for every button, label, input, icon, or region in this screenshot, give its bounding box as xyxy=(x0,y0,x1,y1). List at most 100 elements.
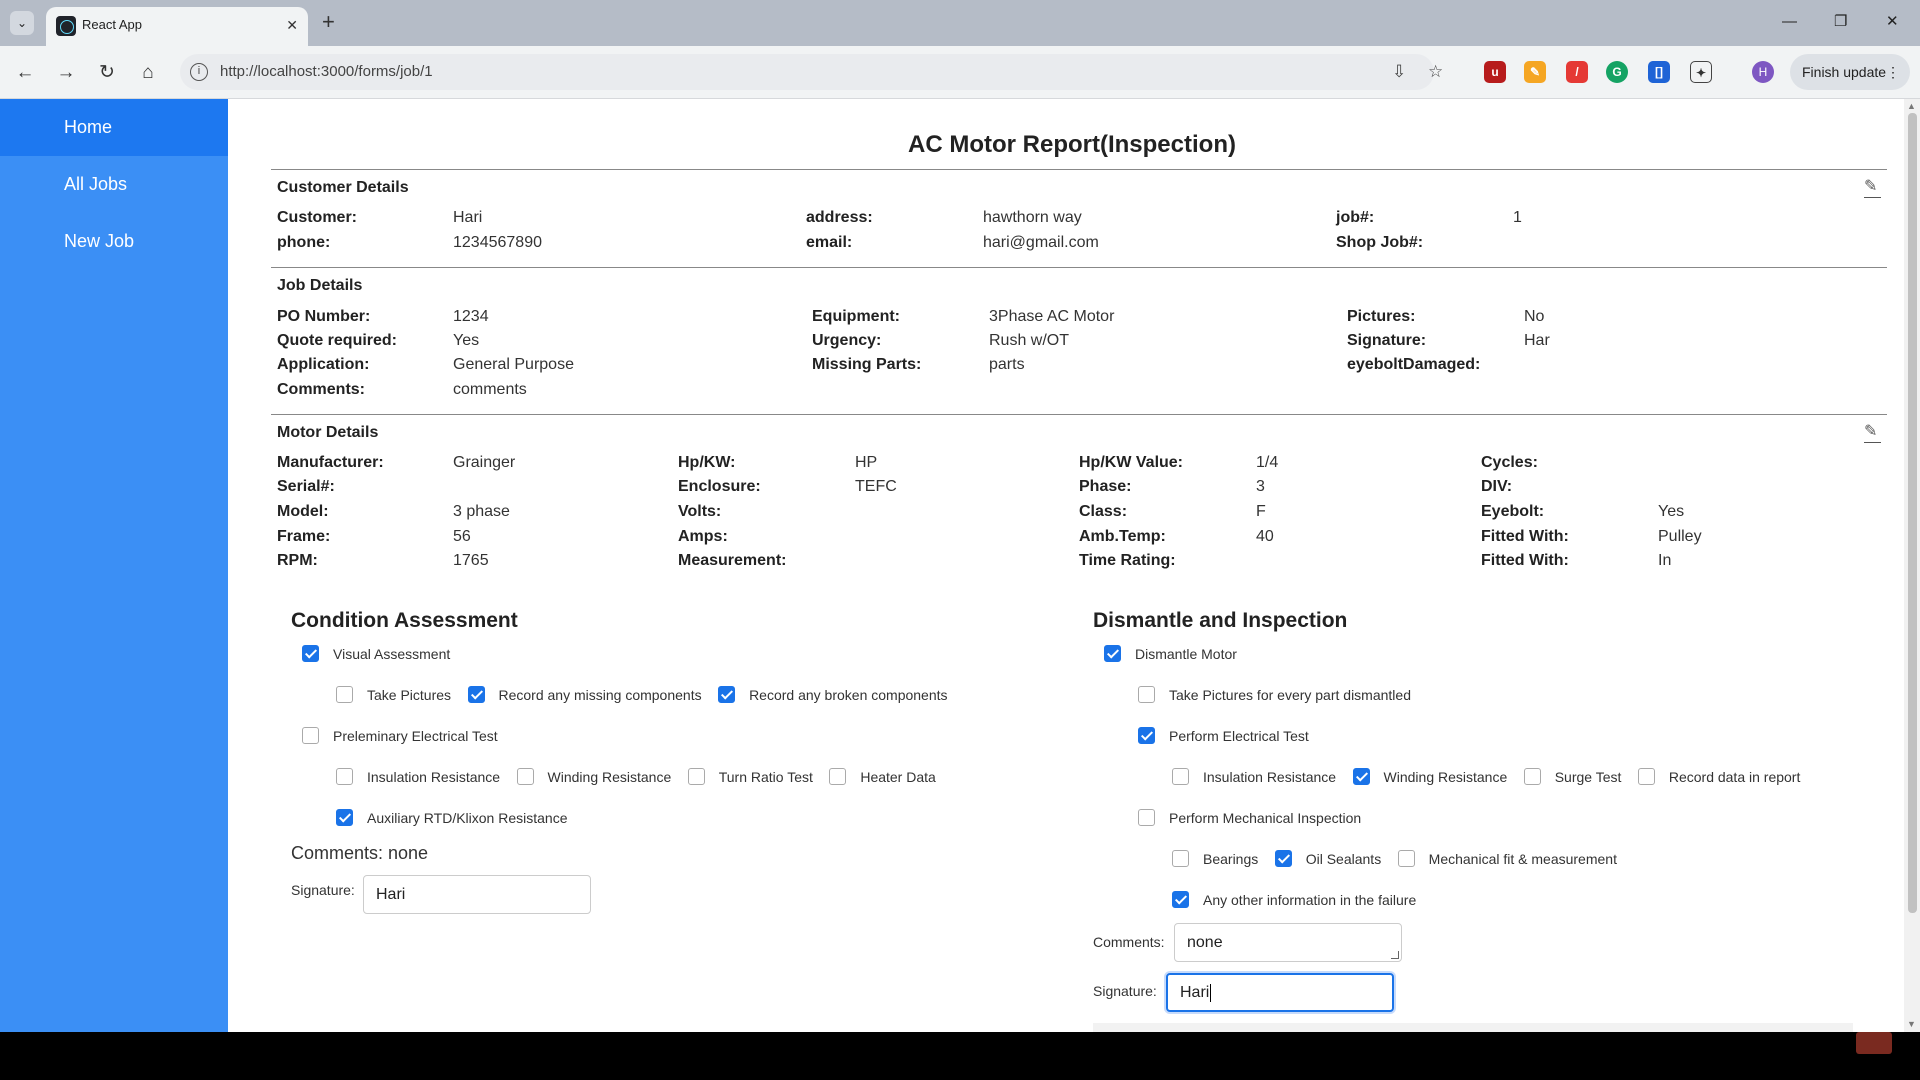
job-number-value: 1 xyxy=(1513,209,1522,226)
profile-avatar[interactable]: H xyxy=(1752,61,1774,83)
any-other-row: Any other information in the failure xyxy=(1172,891,1428,911)
pencil-extension-icon[interactable]: ✎ xyxy=(1524,61,1546,83)
eyebolt-label: Eyebolt: xyxy=(1481,503,1545,520)
sidebar-item-new-job[interactable]: New Job xyxy=(0,213,228,270)
home-icon[interactable]: ⌂ xyxy=(135,60,161,86)
mechanical-fit-checkbox[interactable] xyxy=(1397,850,1415,868)
auxiliary-rtd-checkbox[interactable] xyxy=(336,809,353,827)
tab-close-icon[interactable]: ✕ xyxy=(286,15,298,35)
po-value: 1234 xyxy=(453,308,489,325)
quote-label: Quote required: xyxy=(277,332,398,349)
browser-toolbar: ← → ↻ ⌂ i http://localhost:3000/forms/jo… xyxy=(0,46,1920,99)
checkbox-label: Turn Ratio Test xyxy=(718,768,813,785)
equipment-label: Equipment: xyxy=(812,308,900,325)
finish-update-button[interactable]: Finish update ⋮ xyxy=(1790,54,1910,90)
extensions-puzzle-icon[interactable]: ✦ xyxy=(1690,61,1712,83)
checkbox-label: Winding Resistance xyxy=(1383,768,1508,785)
edit-customer-icon[interactable]: ✎ xyxy=(1864,178,1882,198)
heater-data-checkbox[interactable] xyxy=(829,768,847,786)
marker-extension-icon[interactable]: / xyxy=(1566,61,1588,83)
perform-mechanical-row: Perform Mechanical Inspection xyxy=(1138,809,1373,829)
divider xyxy=(271,414,1887,415)
scroll-up-icon[interactable]: ▲ xyxy=(1907,101,1916,111)
bearings-checkbox[interactable] xyxy=(1172,850,1189,868)
equipment-value: 3Phase AC Motor xyxy=(989,308,1115,325)
dismantle-motor-checkbox[interactable] xyxy=(1104,645,1121,663)
forward-icon[interactable]: → xyxy=(53,60,79,86)
dismantle-comments-textarea[interactable]: none xyxy=(1174,923,1402,962)
ublock-extension-icon[interactable]: u xyxy=(1484,61,1506,83)
grammarly-extension-icon[interactable]: G xyxy=(1606,61,1628,83)
text-caret xyxy=(1210,983,1212,1002)
oil-sealants-checkbox[interactable] xyxy=(1274,850,1292,868)
record-missing-checkbox[interactable] xyxy=(467,686,485,704)
scroll-down-icon[interactable]: ▼ xyxy=(1907,1019,1916,1029)
take-pictures-dismantled-checkbox[interactable] xyxy=(1138,686,1155,704)
missing-parts-value: parts xyxy=(989,356,1025,373)
prelim-test-row: Preleminary Electrical Test xyxy=(302,727,510,747)
perform-mechanical-checkbox[interactable] xyxy=(1138,809,1155,827)
checkbox-label: Visual Assessment xyxy=(333,645,451,662)
url-text[interactable]: http://localhost:3000/forms/job/1 xyxy=(220,63,433,81)
dismantle-signature-label: Signature: xyxy=(1093,983,1157,999)
resize-handle-icon[interactable] xyxy=(1391,951,1399,959)
react-favicon-icon xyxy=(56,16,76,36)
po-label: PO Number: xyxy=(277,308,371,325)
site-info-icon[interactable]: i xyxy=(190,63,208,81)
bracket-extension-icon[interactable]: [] xyxy=(1648,61,1670,83)
any-other-info-checkbox[interactable] xyxy=(1172,891,1189,909)
back-icon[interactable]: ← xyxy=(12,60,38,86)
bookmark-star-icon[interactable]: ☆ xyxy=(1428,62,1443,82)
model-value: 3 phase xyxy=(453,503,510,520)
take-pictures-checkbox[interactable] xyxy=(336,686,353,704)
winding-resistance-checkbox[interactable] xyxy=(1352,768,1370,786)
page-scrollbar[interactable]: ▲ ▼ xyxy=(1904,99,1920,1032)
address-bar[interactable]: i http://localhost:3000/forms/job/1 ⇩ ☆ xyxy=(180,54,1443,90)
shop-job-label: Shop Job#: xyxy=(1336,234,1424,251)
reload-icon[interactable]: ↻ xyxy=(94,60,120,86)
record-data-checkbox[interactable] xyxy=(1637,768,1655,786)
prelim-subitems-row: Insulation Resistance Winding Resistance… xyxy=(336,768,948,788)
condition-signature-label: Signature: xyxy=(291,882,355,898)
prelim-test-checkbox[interactable] xyxy=(302,727,319,745)
record-broken-checkbox[interactable] xyxy=(718,686,736,704)
dismantle-signature-input[interactable]: Hari xyxy=(1166,973,1394,1012)
winding-resistance-checkbox[interactable] xyxy=(516,768,534,786)
dismantle-pictures-row: Take Pictures for every part dismantled xyxy=(1138,686,1423,706)
insulation-resistance-checkbox[interactable] xyxy=(336,768,353,786)
manufacturer-value: Grainger xyxy=(453,454,516,471)
edit-motor-icon[interactable]: ✎ xyxy=(1864,423,1882,443)
tab-search-icon[interactable]: ⌄ xyxy=(10,11,34,35)
application-label: Application: xyxy=(277,356,370,373)
sidebar-item-all-jobs[interactable]: All Jobs xyxy=(0,156,228,213)
email-value: hari@gmail.com xyxy=(983,234,1099,251)
div-label: DIV: xyxy=(1481,478,1513,495)
checkbox-label: Any other information in the failure xyxy=(1203,891,1417,908)
sidebar: Home All Jobs New Job xyxy=(0,99,228,1032)
browser-tab[interactable]: React App ✕ xyxy=(46,7,308,46)
checkbox-label: Dismantle Motor xyxy=(1135,645,1237,662)
install-app-icon[interactable]: ⇩ xyxy=(1392,62,1406,82)
scroll-thumb[interactable] xyxy=(1908,113,1917,913)
restore-icon[interactable]: ❐ xyxy=(1834,10,1847,34)
close-window-icon[interactable]: ✕ xyxy=(1886,10,1899,34)
visual-assessment-checkbox[interactable] xyxy=(302,645,319,663)
checkbox-label: Record data in report xyxy=(1668,768,1801,785)
sidebar-item-home[interactable]: Home xyxy=(0,99,228,156)
auxiliary-row: Auxiliary RTD/Klixon Resistance xyxy=(336,809,579,829)
perform-electrical-checkbox[interactable] xyxy=(1138,727,1155,745)
quote-value: Yes xyxy=(453,332,480,349)
dismantle-signature-value: Hari xyxy=(1180,984,1210,1001)
more-menu-icon[interactable]: ⋮ xyxy=(1886,54,1900,90)
insulation-resistance-checkbox[interactable] xyxy=(1172,768,1189,786)
fitted-with-value: In xyxy=(1658,552,1672,569)
frame-value: 56 xyxy=(453,528,471,545)
new-tab-icon[interactable]: + xyxy=(322,10,335,34)
time-rating-label: Time Rating: xyxy=(1079,552,1176,569)
checkbox-label: Take Pictures for every part dismantled xyxy=(1169,686,1411,703)
minimize-icon[interactable]: — xyxy=(1782,10,1797,34)
condition-signature-input[interactable]: Hari xyxy=(363,875,591,914)
turn-ratio-checkbox[interactable] xyxy=(687,768,705,786)
taskbar-app-thumbnail[interactable] xyxy=(1856,1032,1892,1054)
surge-test-checkbox[interactable] xyxy=(1523,768,1541,786)
